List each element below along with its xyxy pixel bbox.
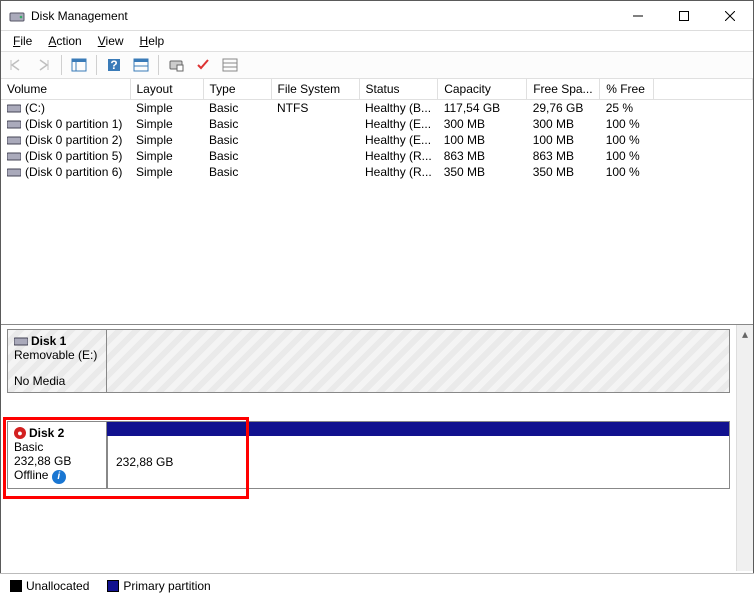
maximize-button[interactable]	[661, 1, 707, 31]
col-layout[interactable]: Layout	[130, 79, 203, 100]
app-icon	[9, 8, 25, 24]
menu-help[interactable]: Help	[133, 32, 172, 50]
minimize-button[interactable]	[615, 1, 661, 31]
disk-1-status: No Media	[14, 374, 100, 388]
disk-1-name: Disk 1	[31, 334, 66, 348]
menu-bar: File Action View Help	[1, 31, 753, 51]
disk-2-partition-1[interactable]: 232,88 GB	[107, 436, 729, 488]
disk-2-graph[interactable]: 232,88 GB	[107, 421, 730, 489]
scroll-up-icon[interactable]: ▴	[737, 325, 753, 342]
table-row[interactable]: (C:)SimpleBasicNTFSHealthy (B...117,54 G…	[1, 100, 753, 117]
error-icon: ●	[14, 427, 26, 439]
partition-size-label: 232,88 GB	[116, 455, 721, 469]
legend: Unallocated Primary partition	[0, 573, 754, 597]
title-bar: Disk Management	[1, 1, 753, 31]
volume-icon	[7, 151, 21, 161]
forward-button[interactable]	[32, 54, 56, 76]
info-icon[interactable]: i	[52, 470, 66, 484]
table-row[interactable]: (Disk 0 partition 1)SimpleBasicHealthy (…	[1, 116, 753, 132]
help-button[interactable]: ?	[102, 54, 126, 76]
table-header-row[interactable]: Volume Layout Type File System Status Ca…	[1, 79, 753, 100]
table-row[interactable]: (Disk 0 partition 2)SimpleBasicHealthy (…	[1, 132, 753, 148]
col-volume[interactable]: Volume	[1, 79, 130, 100]
disk-1-graph[interactable]	[107, 329, 730, 393]
volume-table: Volume Layout Type File System Status Ca…	[1, 79, 753, 180]
partition-header-bar	[107, 422, 729, 436]
disk-graphic-pane[interactable]: ▴ Disk 1 Removable (E:) No Media ●Disk 2…	[1, 325, 753, 571]
back-button[interactable]	[5, 54, 29, 76]
disk-row-2[interactable]: ●Disk 2 Basic 232,88 GB Offline i 232,88…	[7, 421, 730, 489]
disk-2-type: Basic	[14, 440, 100, 454]
close-button[interactable]	[707, 1, 753, 31]
disk-1-info[interactable]: Disk 1 Removable (E:) No Media	[7, 329, 107, 393]
menu-view[interactable]: View	[91, 32, 131, 50]
disk-2-name: Disk 2	[29, 426, 64, 440]
menu-file[interactable]: File	[6, 32, 39, 50]
toolbar-btn-7[interactable]	[191, 54, 215, 76]
disk-2-status: Offline	[14, 468, 48, 482]
scrollbar[interactable]: ▴	[736, 325, 753, 571]
volume-list-pane[interactable]: Volume Layout Type File System Status Ca…	[1, 79, 753, 325]
col-pct[interactable]: % Free	[600, 79, 654, 100]
legend-unallocated: Unallocated	[10, 579, 89, 593]
menu-action[interactable]: Action	[41, 32, 88, 50]
col-blank[interactable]	[654, 79, 753, 100]
col-type[interactable]: Type	[203, 79, 271, 100]
volume-icon	[7, 103, 21, 113]
svg-text:?: ?	[110, 58, 117, 72]
col-capacity[interactable]: Capacity	[438, 79, 527, 100]
disk-2-size: 232,88 GB	[14, 454, 100, 468]
table-row[interactable]: (Disk 0 partition 5)SimpleBasicHealthy (…	[1, 148, 753, 164]
volume-icon	[7, 135, 21, 145]
disk-row-1[interactable]: Disk 1 Removable (E:) No Media	[7, 329, 730, 393]
toolbar: ?	[1, 51, 753, 79]
legend-primary: Primary partition	[107, 579, 210, 593]
disk-1-type: Removable (E:)	[14, 348, 100, 362]
col-free[interactable]: Free Spa...	[527, 79, 600, 100]
col-status[interactable]: Status	[359, 79, 438, 100]
toolbar-btn-5[interactable]	[129, 54, 153, 76]
disk-2-info[interactable]: ●Disk 2 Basic 232,88 GB Offline i	[7, 421, 107, 489]
show-hide-button[interactable]	[67, 54, 91, 76]
col-fs[interactable]: File System	[271, 79, 359, 100]
volume-icon	[7, 167, 21, 177]
toolbar-btn-6[interactable]	[164, 54, 188, 76]
disk-icon	[14, 336, 28, 346]
table-row[interactable]: (Disk 0 partition 6)SimpleBasicHealthy (…	[1, 164, 753, 180]
volume-icon	[7, 119, 21, 129]
window-title: Disk Management	[31, 9, 615, 23]
toolbar-btn-8[interactable]	[218, 54, 242, 76]
